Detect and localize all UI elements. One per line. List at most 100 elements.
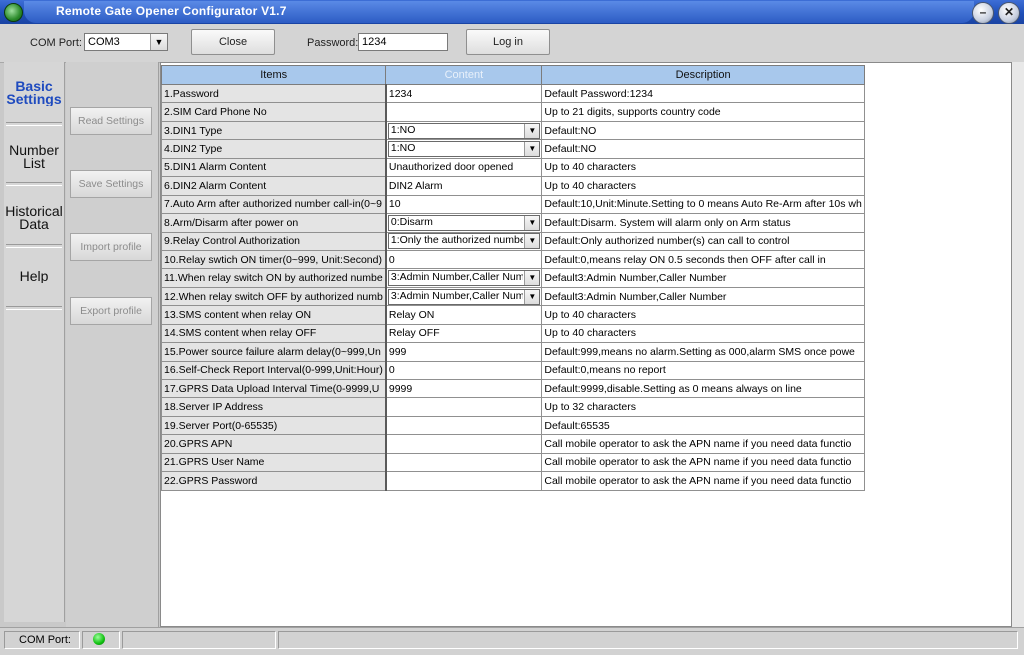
content-dropdown[interactable]: 1:NO ▼ <box>387 141 541 158</box>
row-content-input[interactable]: Relay OFF <box>385 323 543 344</box>
row-description: Up to 32 characters <box>541 397 865 417</box>
chevron-down-icon[interactable]: ▼ <box>524 234 540 249</box>
row-description: Default:NO <box>541 120 865 141</box>
status-led-icon <box>93 633 105 645</box>
row-content-input[interactable] <box>385 452 543 473</box>
export-profile-button[interactable]: Export profile <box>70 297 152 325</box>
nav-label-line2: Settings <box>6 91 62 106</box>
row-description: Default3:Admin Number,Caller Number <box>541 286 865 307</box>
row-item-label: 10.Relay swtich ON timer(0~999, Unit:Sec… <box>160 249 387 270</box>
status-panel-2 <box>122 631 276 649</box>
chevron-down-icon[interactable]: ▼ <box>524 215 540 230</box>
row-content-select[interactable]: 1:Only the authorized number ▼ <box>385 231 543 251</box>
row-content-input[interactable]: Relay ON <box>385 305 543 325</box>
scroll-edge <box>1012 62 1024 627</box>
table-row: 5.DIN1 Alarm Content Unauthorized door op… <box>160 157 865 178</box>
row-content-input[interactable]: 0 <box>385 360 543 381</box>
header-items[interactable]: Items <box>160 65 387 85</box>
row-content-select[interactable]: 1:NO ▼ <box>385 120 543 141</box>
table-row: 1.Password 1234 Default Password:1234 <box>160 83 865 104</box>
close-port-button[interactable]: Close <box>191 29 275 55</box>
row-item-label: 7.Auto Arm after authorized number call-… <box>160 194 387 215</box>
row-content-input[interactable] <box>385 415 543 436</box>
table-row: 9.Relay Control Authorization 1:Only the … <box>160 231 865 251</box>
table-row: 3.DIN1 Type 1:NO ▼ Default:NO <box>160 120 865 141</box>
row-content-input[interactable] <box>385 471 543 491</box>
row-item-label: 17.GPRS Data Upload Interval Time(0-9999… <box>160 378 387 399</box>
row-item-label: 22.GPRS Password <box>160 471 387 491</box>
row-description: Up to 40 characters <box>541 176 865 196</box>
nav-label-line2: List <box>23 155 45 170</box>
content-dropdown[interactable]: 0:Disarm ▼ <box>387 214 541 231</box>
row-content-input[interactable]: Unauthorized door opened <box>385 157 543 178</box>
row-content-input[interactable]: DIN2 Alarm <box>385 176 543 196</box>
com-port-label: COM Port: <box>30 37 82 49</box>
row-item-label: 1.Password <box>160 83 387 104</box>
row-content-input[interactable]: 0 <box>385 249 543 270</box>
row-content-select[interactable]: 3:Admin Number,Caller Numb ▼ <box>385 268 543 288</box>
minimize-button[interactable]: – <box>972 2 994 24</box>
chevron-down-icon[interactable]: ▼ <box>150 34 167 50</box>
login-button[interactable]: Log in <box>466 29 550 55</box>
row-description: Call mobile operator to ask the APN name… <box>541 434 865 454</box>
table-row: 14.SMS content when relay OFF Relay OFF Up… <box>160 323 865 344</box>
row-content-input[interactable] <box>385 434 543 454</box>
chevron-down-icon[interactable]: ▼ <box>524 142 540 157</box>
chevron-down-icon[interactable]: ▼ <box>524 123 540 138</box>
com-port-value: COM3 <box>88 36 120 48</box>
settings-grid: Items Content Description 1.Password 1234… <box>160 62 1012 627</box>
header-content[interactable]: Content <box>385 65 543 85</box>
close-window-button[interactable]: ✕ <box>998 2 1020 24</box>
row-content-select[interactable]: 0:Disarm ▼ <box>385 213 543 233</box>
row-description: Up to 40 characters <box>541 305 865 325</box>
row-item-label: 9.Relay Control Authorization <box>160 231 387 251</box>
row-content-input[interactable] <box>385 397 543 417</box>
import-profile-button[interactable]: Import profile <box>70 233 152 261</box>
nav-historical-data[interactable]: Historical Data <box>4 205 64 231</box>
row-description: Default:999,means no alarm.Setting as 00… <box>541 342 865 362</box>
row-description: Default:65535 <box>541 415 865 436</box>
com-port-select[interactable]: COM3 ▼ <box>84 33 168 51</box>
dropdown-value: 3:Admin Number,Caller Numb <box>390 289 524 302</box>
row-content-select[interactable]: 1:NO ▼ <box>385 139 543 159</box>
row-description: Default:0,means no report <box>541 360 865 381</box>
nav-basic-settings[interactable]: Basic Settings <box>4 80 64 106</box>
content-dropdown[interactable]: 3:Admin Number,Caller Numb ▼ <box>387 288 541 305</box>
table-row: 16.Self-Check Report Interval(0-999,Unit… <box>160 360 865 381</box>
nav-divider <box>6 244 62 248</box>
content-dropdown[interactable]: 1:Only the authorized number ▼ <box>387 233 541 250</box>
dropdown-value: 3:Admin Number,Caller Numb <box>390 271 524 284</box>
nav-label-line1: Help <box>19 270 49 283</box>
table-row: 6.DIN2 Alarm Content DIN2 Alarm Up to 40 c… <box>160 176 865 196</box>
read-settings-button[interactable]: Read Settings <box>70 107 152 135</box>
nav-divider <box>6 122 62 126</box>
content-dropdown[interactable]: 3:Admin Number,Caller Numb ▼ <box>387 270 541 287</box>
nav-help[interactable]: Help <box>4 270 64 283</box>
row-content-input[interactable] <box>385 102 543 122</box>
header-description[interactable]: Description <box>541 65 865 85</box>
row-content-input[interactable]: 1234 <box>385 83 543 104</box>
save-settings-button[interactable]: Save Settings <box>70 170 152 198</box>
dropdown-value: 1:NO <box>390 142 416 155</box>
table-row: 21.GPRS User Name Call mobile operator to… <box>160 452 865 473</box>
settings-table: Items Content Description 1.Password 1234… <box>160 65 865 491</box>
row-content-input[interactable]: 10 <box>385 194 543 215</box>
table-row: 12.When relay switch OFF by authorized n… <box>160 286 865 307</box>
table-row: 20.GPRS APN Call mobile operator to ask t… <box>160 434 865 454</box>
nav-number-list[interactable]: Number List <box>4 144 64 170</box>
actions-panel: Read Settings Save Settings Import profi… <box>66 62 159 627</box>
table-row: 4.DIN2 Type 1:NO ▼ Default:NO <box>160 139 865 159</box>
row-item-label: 2.SIM Card Phone No <box>160 102 387 122</box>
content-dropdown[interactable]: 1:NO ▼ <box>387 122 541 139</box>
chevron-down-icon[interactable]: ▼ <box>524 289 540 304</box>
row-description: Default:Disarm. System will alarm only o… <box>541 213 865 233</box>
row-content-input[interactable]: 9999 <box>385 378 543 399</box>
nav-divider <box>6 182 62 186</box>
row-content-select[interactable]: 3:Admin Number,Caller Numb ▼ <box>385 286 543 307</box>
row-content-input[interactable]: 999 <box>385 342 543 362</box>
row-description: Call mobile operator to ask the APN name… <box>541 471 865 491</box>
chevron-down-icon[interactable]: ▼ <box>524 271 540 286</box>
row-description: Default:10,Unit:Minute.Setting to 0 mean… <box>541 194 865 215</box>
app-globe-icon[interactable] <box>4 3 23 22</box>
password-input[interactable]: 1234 <box>358 33 448 51</box>
